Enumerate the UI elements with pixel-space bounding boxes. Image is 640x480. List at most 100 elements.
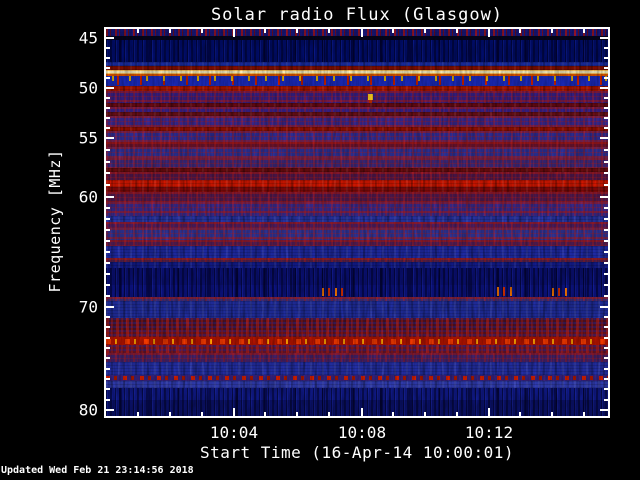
y-tick-right — [604, 218, 608, 220]
y-tick-right — [604, 273, 608, 275]
y-tick-right — [604, 67, 608, 69]
y-tick-left — [106, 207, 110, 209]
x-axis-title: Start Time (16-Apr-14 10:00:01) — [199, 443, 515, 462]
x-tick-bottom — [361, 408, 363, 416]
y-tick-right — [604, 47, 608, 49]
x-tick-bottom — [424, 412, 426, 416]
y-tick-right — [604, 57, 608, 59]
y-tick-right — [604, 251, 608, 253]
x-tick-top — [328, 29, 330, 33]
y-tick-left — [106, 316, 110, 318]
x-tick-top — [201, 29, 203, 33]
y-tick-left — [106, 229, 110, 231]
y-tick-right — [604, 295, 608, 297]
y-tick-right — [604, 399, 608, 401]
x-tick-label: 10:08 — [337, 423, 387, 442]
y-tick-left — [106, 196, 114, 198]
x-tick-top — [424, 29, 426, 33]
y-tick-right — [604, 316, 608, 318]
x-tick-bottom — [392, 412, 394, 416]
y-tick-left — [106, 137, 114, 139]
y-tick-right — [604, 127, 608, 129]
x-tick-top — [488, 29, 490, 37]
y-tick-left — [106, 87, 114, 89]
y-tick-label: 80 — [78, 400, 98, 420]
x-tick-top — [392, 29, 394, 33]
y-tick-left — [106, 240, 110, 242]
x-tick-top — [296, 29, 298, 33]
chart-title: Solar radio Flux (Glasgow) — [210, 5, 504, 25]
x-tick-bottom — [519, 412, 521, 416]
y-tick-left — [106, 107, 110, 109]
y-tick-left — [106, 295, 110, 297]
x-tick-top — [169, 29, 171, 33]
x-tick-bottom — [583, 412, 585, 416]
noise-texture-overlay — [106, 29, 608, 416]
y-tick-right — [604, 378, 608, 380]
y-tick-right — [600, 137, 608, 139]
y-tick-left — [106, 149, 110, 151]
x-tick-top — [137, 29, 139, 33]
y-tick-right — [604, 347, 608, 349]
y-tick-right — [604, 77, 608, 79]
y-tick-right — [604, 337, 608, 339]
y-tick-right — [604, 172, 608, 174]
spectrogram-plot-area — [106, 29, 608, 416]
y-tick-right — [604, 149, 608, 151]
x-tick-bottom — [264, 412, 266, 416]
y-tick-right — [604, 388, 608, 390]
y-tick-left — [106, 273, 110, 275]
y-tick-label: 50 — [78, 78, 98, 98]
y-tick-right — [604, 117, 608, 119]
x-tick-bottom — [551, 412, 553, 416]
x-tick-top — [456, 29, 458, 33]
plot-frame — [104, 27, 610, 418]
y-tick-right — [604, 207, 608, 209]
y-tick-left — [106, 97, 110, 99]
x-tick-bottom — [137, 412, 139, 416]
y-tick-right — [604, 184, 608, 186]
y-tick-left — [106, 262, 110, 264]
x-tick-top — [233, 29, 235, 37]
y-tick-right — [600, 87, 608, 89]
y-tick-left — [106, 368, 110, 370]
y-tick-right — [604, 161, 608, 163]
y-tick-right — [604, 229, 608, 231]
y-tick-left — [106, 161, 110, 163]
x-tick-top — [264, 29, 266, 33]
y-tick-left — [106, 172, 110, 174]
x-tick-top — [519, 29, 521, 33]
y-tick-label: 45 — [78, 28, 98, 48]
x-tick-label: 10:04 — [209, 423, 259, 442]
x-tick-top — [361, 29, 363, 37]
y-tick-right — [604, 107, 608, 109]
spectrogram-screenshot: Solar radio Flux (Glasgow) Frequency [MH… — [0, 0, 640, 480]
y-tick-right — [604, 262, 608, 264]
x-tick-bottom — [201, 412, 203, 416]
y-tick-label: 60 — [78, 187, 98, 207]
y-tick-left — [106, 57, 110, 59]
y-tick-right — [604, 240, 608, 242]
y-tick-left — [106, 306, 114, 308]
y-tick-right — [600, 196, 608, 198]
y-tick-left — [106, 127, 110, 129]
y-tick-left — [106, 409, 114, 411]
y-tick-left — [106, 284, 110, 286]
y-tick-right — [600, 37, 608, 39]
y-tick-right — [604, 357, 608, 359]
y-tick-left — [106, 184, 110, 186]
y-tick-left — [106, 399, 110, 401]
y-tick-left — [106, 77, 110, 79]
y-tick-left — [106, 47, 110, 49]
y-tick-left — [106, 67, 110, 69]
y-tick-left — [106, 357, 110, 359]
y-tick-left — [106, 337, 110, 339]
x-tick-bottom — [488, 408, 490, 416]
y-tick-right — [604, 368, 608, 370]
y-tick-label: 55 — [78, 128, 98, 148]
updated-timestamp: Updated Wed Feb 21 23:14:56 2018 — [1, 465, 194, 476]
y-tick-right — [600, 409, 608, 411]
y-tick-left — [106, 347, 110, 349]
x-tick-label: 10:12 — [464, 423, 514, 442]
x-tick-bottom — [296, 412, 298, 416]
